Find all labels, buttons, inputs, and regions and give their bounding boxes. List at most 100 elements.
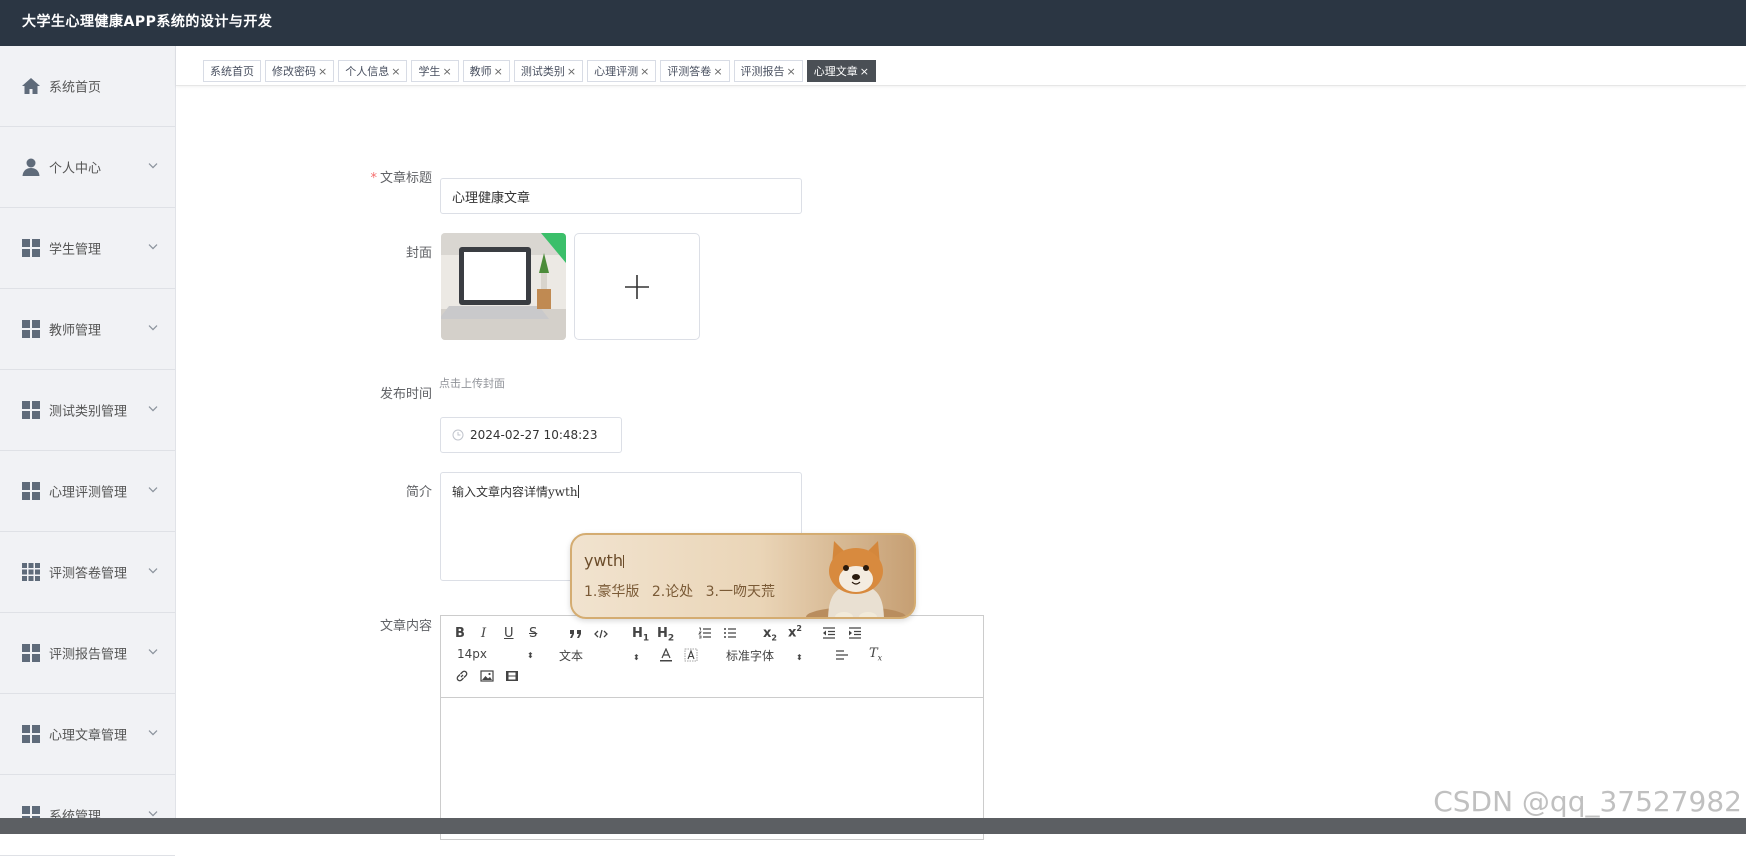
video-progress-bar — [0, 818, 1746, 834]
ime-candidate[interactable]: 3.一吻天荒 — [706, 584, 775, 600]
tags-view-bar: 系统首页 修改密码 × 个人信息 × 学生 × 教师 × 测试类别 × 心理评测 × 评测答… — [176, 46, 1746, 86]
sidebar-item-label: 教师管理 — [49, 323, 102, 339]
close-icon[interactable]: × — [442, 65, 451, 78]
close-icon[interactable]: × — [494, 65, 503, 78]
header-select[interactable]: 文本 ⬍ — [559, 647, 640, 664]
title-input[interactable]: 心理健康文章 — [440, 178, 802, 214]
subscript-button[interactable]: x2 — [763, 626, 777, 643]
indent-icon[interactable] — [848, 627, 862, 639]
tab-test-category[interactable]: 测试类别 × — [513, 60, 584, 82]
image-icon[interactable] — [480, 670, 494, 682]
close-icon[interactable]: × — [567, 65, 576, 78]
sidebar-item-personal-center[interactable]: 个人中心 — [0, 127, 175, 208]
content-label: 文章内容 — [379, 619, 432, 634]
ime-candidate[interactable]: 2.论处 — [652, 584, 693, 600]
sidebar-item-label: 学生管理 — [49, 242, 102, 258]
grid-icon — [22, 401, 40, 419]
sidebar-item-report-management[interactable]: 评测报告管理 — [0, 613, 175, 694]
outdent-icon[interactable] — [822, 627, 836, 639]
clear-format-button[interactable]: Tx — [869, 646, 882, 663]
ordered-list-icon[interactable] — [698, 627, 712, 639]
tab-label: 修改密码 — [272, 65, 316, 78]
tab-answer-sheet[interactable]: 评测答卷 × — [660, 60, 730, 82]
font-size-select[interactable]: 14px ⬍ — [457, 647, 534, 661]
close-icon[interactable]: × — [640, 65, 649, 78]
close-icon[interactable]: × — [318, 65, 327, 78]
sidebar-item-label: 测试类别管理 — [49, 404, 128, 420]
chevron-down-icon — [148, 730, 158, 736]
sidebar-item-label: 系统首页 — [49, 80, 102, 96]
top-bar: 大学生心理健康APP系统的设计与开发 — [0, 0, 1746, 46]
italic-button[interactable]: I — [481, 626, 486, 641]
bullet-list-icon[interactable] — [723, 627, 737, 639]
close-icon[interactable]: × — [713, 65, 722, 78]
cover-image[interactable] — [441, 233, 566, 340]
rich-text-editor: B I U S H1 H2 x2 x2 14px ⬍ 文本 ⬍ 标准字体 ⬍ Tx — [440, 615, 984, 840]
grid-icon — [22, 482, 40, 500]
article-form: * 文章标题 心理健康文章 封面 点击上传封面 发布时间 2024-02-27 1… — [176, 87, 1746, 840]
tab-home[interactable]: 系统首页 — [203, 60, 261, 82]
close-icon[interactable]: × — [860, 65, 869, 78]
sidebar-item-label: 评测报告管理 — [49, 647, 128, 663]
align-left-icon[interactable] — [835, 649, 849, 661]
strike-button[interactable]: S — [529, 626, 537, 641]
grid9-icon — [22, 563, 40, 581]
h2-button[interactable]: H2 — [657, 626, 674, 644]
cover-upload-button[interactable] — [574, 233, 700, 340]
tab-article[interactable]: 心理文章 × — [806, 60, 876, 82]
font-color-icon[interactable] — [659, 648, 673, 662]
publish-time-picker[interactable]: 2024-02-27 10:48:23 — [440, 417, 622, 453]
underline-button[interactable]: U — [504, 626, 514, 641]
tab-label: 教师 — [469, 65, 492, 78]
sidebar-item-system-management[interactable]: 系统管理 — [0, 775, 175, 856]
grid-icon — [22, 644, 40, 662]
close-icon[interactable]: × — [787, 65, 796, 78]
user-icon — [22, 158, 40, 176]
ime-composition: ywth — [584, 551, 624, 570]
superscript-button[interactable]: x2 — [788, 624, 802, 640]
tab-label: 学生 — [418, 65, 441, 78]
tab-label: 心理评测 — [594, 65, 639, 78]
sidebar-item-label: 心理文章管理 — [49, 728, 128, 744]
chevron-down-icon — [148, 568, 158, 574]
close-icon[interactable]: × — [391, 65, 400, 78]
sidebar-item-student-management[interactable]: 学生管理 — [0, 208, 175, 289]
tab-label: 系统首页 — [210, 65, 254, 78]
tab-personal-info[interactable]: 个人信息 × — [338, 60, 408, 82]
title-label: * 文章标题 — [370, 171, 432, 186]
tab-change-password[interactable]: 修改密码 × — [265, 60, 335, 82]
sidebar-item-article-management[interactable]: 心理文章管理 — [0, 694, 175, 775]
tab-assessment[interactable]: 心理评测 × — [587, 60, 657, 82]
chevron-down-icon — [148, 163, 158, 169]
sidebar-item-test-category-management[interactable]: 测试类别管理 — [0, 370, 175, 451]
watermark: CSDN @qq_37527982 — [1433, 785, 1742, 818]
tab-student[interactable]: 学生 × — [411, 60, 459, 82]
shiba-dog-skin-image — [806, 541, 906, 617]
sidebar-item-label: 心理评测管理 — [49, 485, 128, 501]
blockquote-icon[interactable] — [569, 629, 583, 639]
h1-button[interactable]: H1 — [632, 626, 649, 644]
chevron-down-icon — [148, 487, 158, 493]
tab-label: 心理文章 — [813, 65, 858, 78]
link-icon[interactable] — [455, 669, 469, 683]
tab-teacher[interactable]: 教师 × — [462, 60, 510, 82]
chevron-down-icon — [148, 325, 158, 331]
ime-candidate-popup: ywth 1.豪华版 2.论处 3.一吻天荒 — [570, 533, 916, 619]
ime-candidate[interactable]: 1.豪华版 — [584, 584, 639, 600]
code-block-icon[interactable] — [594, 629, 608, 639]
sidebar-item-home[interactable]: 系统首页 — [0, 46, 175, 127]
background-color-icon[interactable] — [684, 648, 698, 662]
grid-icon — [22, 320, 40, 338]
sidebar-item-answer-sheet-management[interactable]: 评测答卷管理 — [0, 532, 175, 613]
sidebar-item-assessment-management[interactable]: 心理评测管理 — [0, 451, 175, 532]
video-icon[interactable] — [505, 670, 519, 682]
tab-label: 测试类别 — [520, 65, 565, 78]
bold-button[interactable]: B — [455, 626, 465, 641]
font-family-select[interactable]: 标准字体 ⬍ — [726, 647, 803, 664]
publish-time-label: 发布时间 — [379, 387, 432, 402]
sidebar-item-teacher-management[interactable]: 教师管理 — [0, 289, 175, 370]
text-caret — [577, 485, 579, 498]
home-icon — [22, 78, 40, 94]
cover-label: 封面 — [405, 246, 432, 261]
tab-report[interactable]: 评测报告 × — [733, 60, 803, 82]
